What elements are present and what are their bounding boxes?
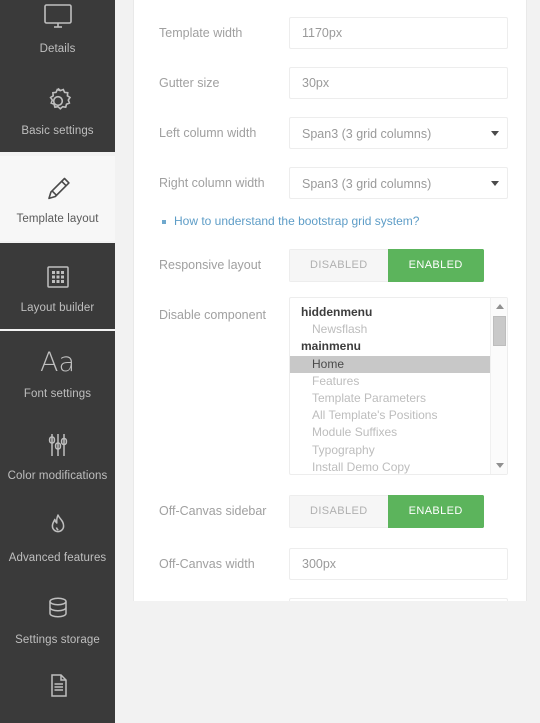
sidebar-item-color-modifications[interactable]: Color modifications [0,413,115,495]
help-link-row: How to understand the bootstrap grid sys… [159,204,508,241]
list-item[interactable]: Install Demo Copy [290,459,490,474]
database-icon [4,593,111,627]
list-item[interactable]: Module Suffixes [290,424,490,441]
sidebar-item-label: Font settings [4,387,111,401]
scrollbar-thumb[interactable] [493,316,506,346]
label-disable-component: Disable component [159,297,289,323]
list-item[interactable]: Typography [290,442,490,459]
sidebar-item-document[interactable] [0,659,115,723]
settings-panel: Template width Gutter size Left column w… [133,0,527,601]
responsive-layout-disabled-button[interactable]: DISABLED [289,249,388,282]
row-right-column-width: Right column width Span3 (3 grid columns… [159,162,508,204]
label-gutter-size: Gutter size [159,75,289,91]
disable-component-listbox[interactable]: hiddenmenu Newsflash mainmenu Home Featu… [289,297,508,475]
sidebar-item-label: Settings storage [4,633,111,647]
sliders-icon [4,429,111,463]
sidebar-item-template-layout[interactable]: Template layout [0,154,115,243]
gear-icon [4,84,111,118]
label-responsive-layout: Responsive layout [159,257,289,273]
offcanvas-sidebar-enabled-button[interactable]: ENABLED [388,495,484,528]
list-item[interactable]: Features [290,373,490,390]
label-offcanvas-sidebar: Off-Canvas sidebar [159,503,289,519]
row-responsive-layout: Responsive layout DISABLED ENABLED [159,241,508,289]
scroll-up-arrow-icon[interactable] [491,299,508,314]
list-item[interactable]: Home [290,356,490,373]
offcanvas-sidebar-disabled-button[interactable]: DISABLED [289,495,388,528]
bullet-icon [162,220,166,224]
row-offcanvas-position: Off-Canvas position Right [159,593,508,601]
sidebar-item-layout-builder[interactable]: Layout builder [0,243,115,331]
list-item[interactable]: All Template's Positions [290,407,490,424]
left-column-width-select[interactable]: Span3 (3 grid columns) [289,117,508,149]
sidebar-item-details[interactable]: Details [0,0,115,68]
offcanvas-width-input[interactable] [289,548,508,580]
offcanvas-sidebar-toggle: DISABLED ENABLED [289,495,484,528]
right-column-width-select[interactable]: Span3 (3 grid columns) [289,167,508,199]
row-offcanvas-width: Off-Canvas width [159,543,508,585]
sidebar-item-label: Color modifications [4,469,111,483]
sidebar-item-label: Details [4,42,111,56]
sidebar-item-label: Advanced features [4,551,111,565]
label-right-column-width: Right column width [159,175,289,191]
row-offcanvas-sidebar: Off-Canvas sidebar DISABLED ENABLED [159,487,508,535]
list-item[interactable]: Template Parameters [290,390,490,407]
gutter-size-input[interactable] [289,67,508,99]
grid-icon [4,261,111,295]
listbox-options: hiddenmenu Newsflash mainmenu Home Featu… [290,298,490,474]
sidebar-item-advanced-features[interactable]: Advanced features [0,495,115,577]
responsive-layout-toggle: DISABLED ENABLED [289,249,484,282]
scroll-down-arrow-icon[interactable] [491,458,508,473]
listbox-scrollbar[interactable] [490,298,507,474]
pencil-icon [4,172,111,206]
sidebar-nav: Details Basic settings Template layout [0,0,115,601]
label-left-column-width: Left column width [159,125,289,141]
row-template-width: Template width [159,12,508,54]
list-item: hiddenmenu [290,304,490,321]
font-aa-icon: Aa [4,347,111,381]
sidebar-item-font-settings[interactable]: Aa Font settings [0,331,115,413]
monitor-icon [4,2,111,36]
label-offcanvas-width: Off-Canvas width [159,556,289,572]
row-disable-component: Disable component hiddenmenu Newsflash m… [159,297,508,475]
label-template-width: Template width [159,25,289,41]
bootstrap-grid-help-link[interactable]: How to understand the bootstrap grid sys… [174,214,419,229]
sidebar-item-label: Layout builder [4,301,111,315]
sidebar-item-settings-storage[interactable]: Settings storage [0,577,115,659]
row-left-column-width: Left column width Span3 (3 grid columns) [159,112,508,154]
template-settings-screen: Details Basic settings Template layout [0,0,540,601]
responsive-layout-enabled-button[interactable]: ENABLED [388,249,484,282]
sidebar-item-basic-settings[interactable]: Basic settings [0,68,115,154]
document-icon [4,671,111,705]
template-width-input[interactable] [289,17,508,49]
flame-icon [4,511,111,545]
sidebar-item-label: Template layout [4,212,111,226]
list-item: mainmenu [290,338,490,355]
list-item[interactable]: Newsflash [290,321,490,338]
row-gutter-size: Gutter size [159,62,508,104]
sidebar-item-label: Basic settings [4,124,111,138]
